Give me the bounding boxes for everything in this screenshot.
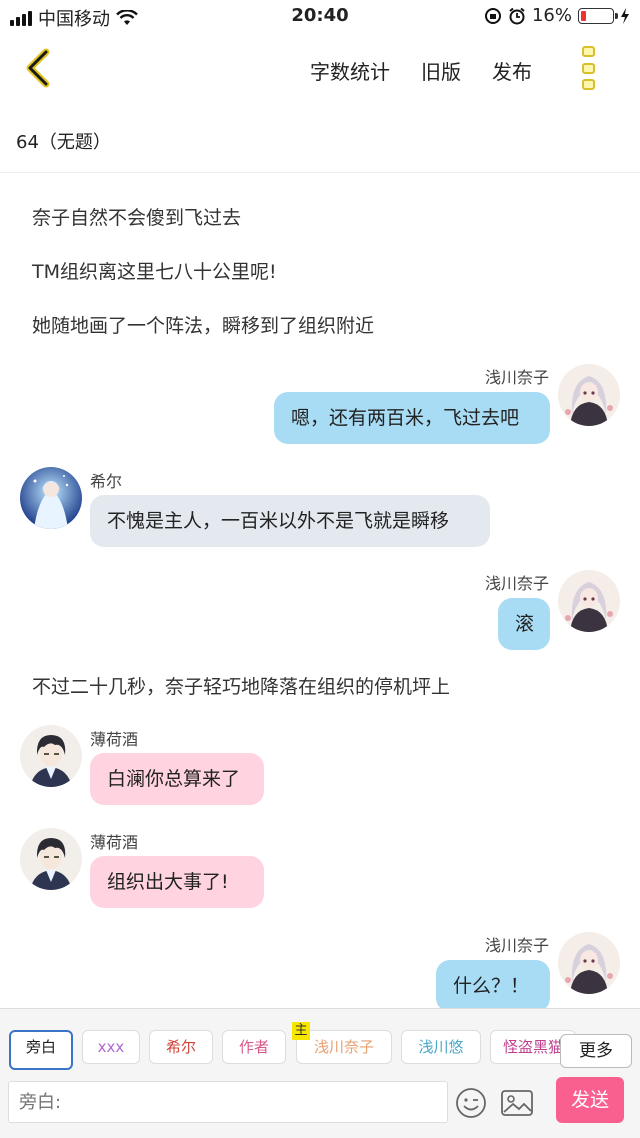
message-bubble[interactable]: 什么？！ [436, 960, 550, 1012]
more-roles-button[interactable]: 更多 [560, 1034, 632, 1068]
avatar[interactable] [558, 932, 620, 994]
orientation-lock-icon [484, 7, 501, 24]
divider [0, 172, 640, 173]
publish-button[interactable]: 发布 [492, 56, 532, 85]
message-bubble[interactable]: 嗯，还有两百米，飞过去吧 [274, 392, 550, 444]
sender-name: 薄荷酒 [90, 730, 139, 749]
message-input[interactable] [8, 1081, 448, 1123]
nav-actions: 字数统计 旧版 发布 [310, 56, 532, 85]
sender-name: 浅川奈子 [484, 936, 549, 955]
role-chip[interactable]: 希尔 [149, 1030, 213, 1064]
role-chip[interactable]: 作者 [222, 1030, 286, 1064]
message-bubble[interactable]: 不愧是主人，一百米以外不是飞就是瞬移 [90, 495, 490, 547]
battery-percent: 16% [531, 5, 572, 26]
avatar[interactable] [20, 828, 82, 890]
role-chip[interactable]: 旁白 [9, 1030, 73, 1070]
role-selector: 旁白 xxx 希尔 作者 浅川奈子主浅川悠 怪盗黑猫 [0, 1009, 640, 1081]
message-bubble[interactable]: 滚 [498, 598, 550, 650]
word-count-button[interactable]: 字数统计 [310, 56, 390, 85]
avatar[interactable] [20, 467, 82, 529]
role-chip[interactable]: xxx [82, 1030, 140, 1064]
avatar[interactable] [20, 725, 82, 787]
battery-icon [578, 7, 618, 24]
narration-text: 奈子自然不会傻到飞过去 [32, 207, 242, 229]
sender-name: 浅川奈子 [484, 574, 549, 593]
image-icon[interactable] [500, 1087, 534, 1119]
narration-text: 不过二十几秒，奈子轻巧地降落在组织的停机坪上 [32, 676, 451, 698]
alarm-icon [509, 7, 525, 24]
main-role-badge: 主 [292, 1022, 310, 1040]
old-version-button[interactable]: 旧版 [421, 56, 461, 85]
narration-text: TM组织离这里七八十公里呢! [32, 261, 277, 283]
narration-text: 她随地画了一个阵法，瞬移到了组织附近 [32, 315, 375, 337]
sender-name: 浅川奈子 [484, 368, 549, 387]
avatar[interactable] [558, 364, 620, 426]
role-chip[interactable]: 浅川悠 [401, 1030, 481, 1064]
sender-name: 希尔 [90, 472, 123, 491]
role-chip[interactable]: 浅川奈子 [296, 1030, 392, 1064]
nav-bar: 字数统计 旧版 发布 [0, 34, 640, 104]
message-bubble[interactable]: 组织出大事了! [90, 856, 264, 908]
back-chevron-icon[interactable] [20, 46, 60, 90]
emoji-icon[interactable] [455, 1087, 487, 1119]
composer: 旁白xxx希尔作者浅川奈子主浅川悠怪盗黑猫 更多 发送 [0, 1008, 640, 1138]
status-right-group: 16% [484, 5, 630, 26]
document-title: 64（无题） [16, 132, 111, 153]
message-bubble[interactable]: 白澜你总算来了 [90, 753, 264, 805]
status-bar: 中国移动 20:40 16% [0, 0, 640, 34]
menu-icon[interactable] [582, 46, 596, 90]
charging-icon [621, 7, 629, 24]
send-button[interactable]: 发送 [556, 1077, 624, 1123]
sender-name: 薄荷酒 [90, 833, 139, 852]
avatar[interactable] [558, 570, 620, 632]
